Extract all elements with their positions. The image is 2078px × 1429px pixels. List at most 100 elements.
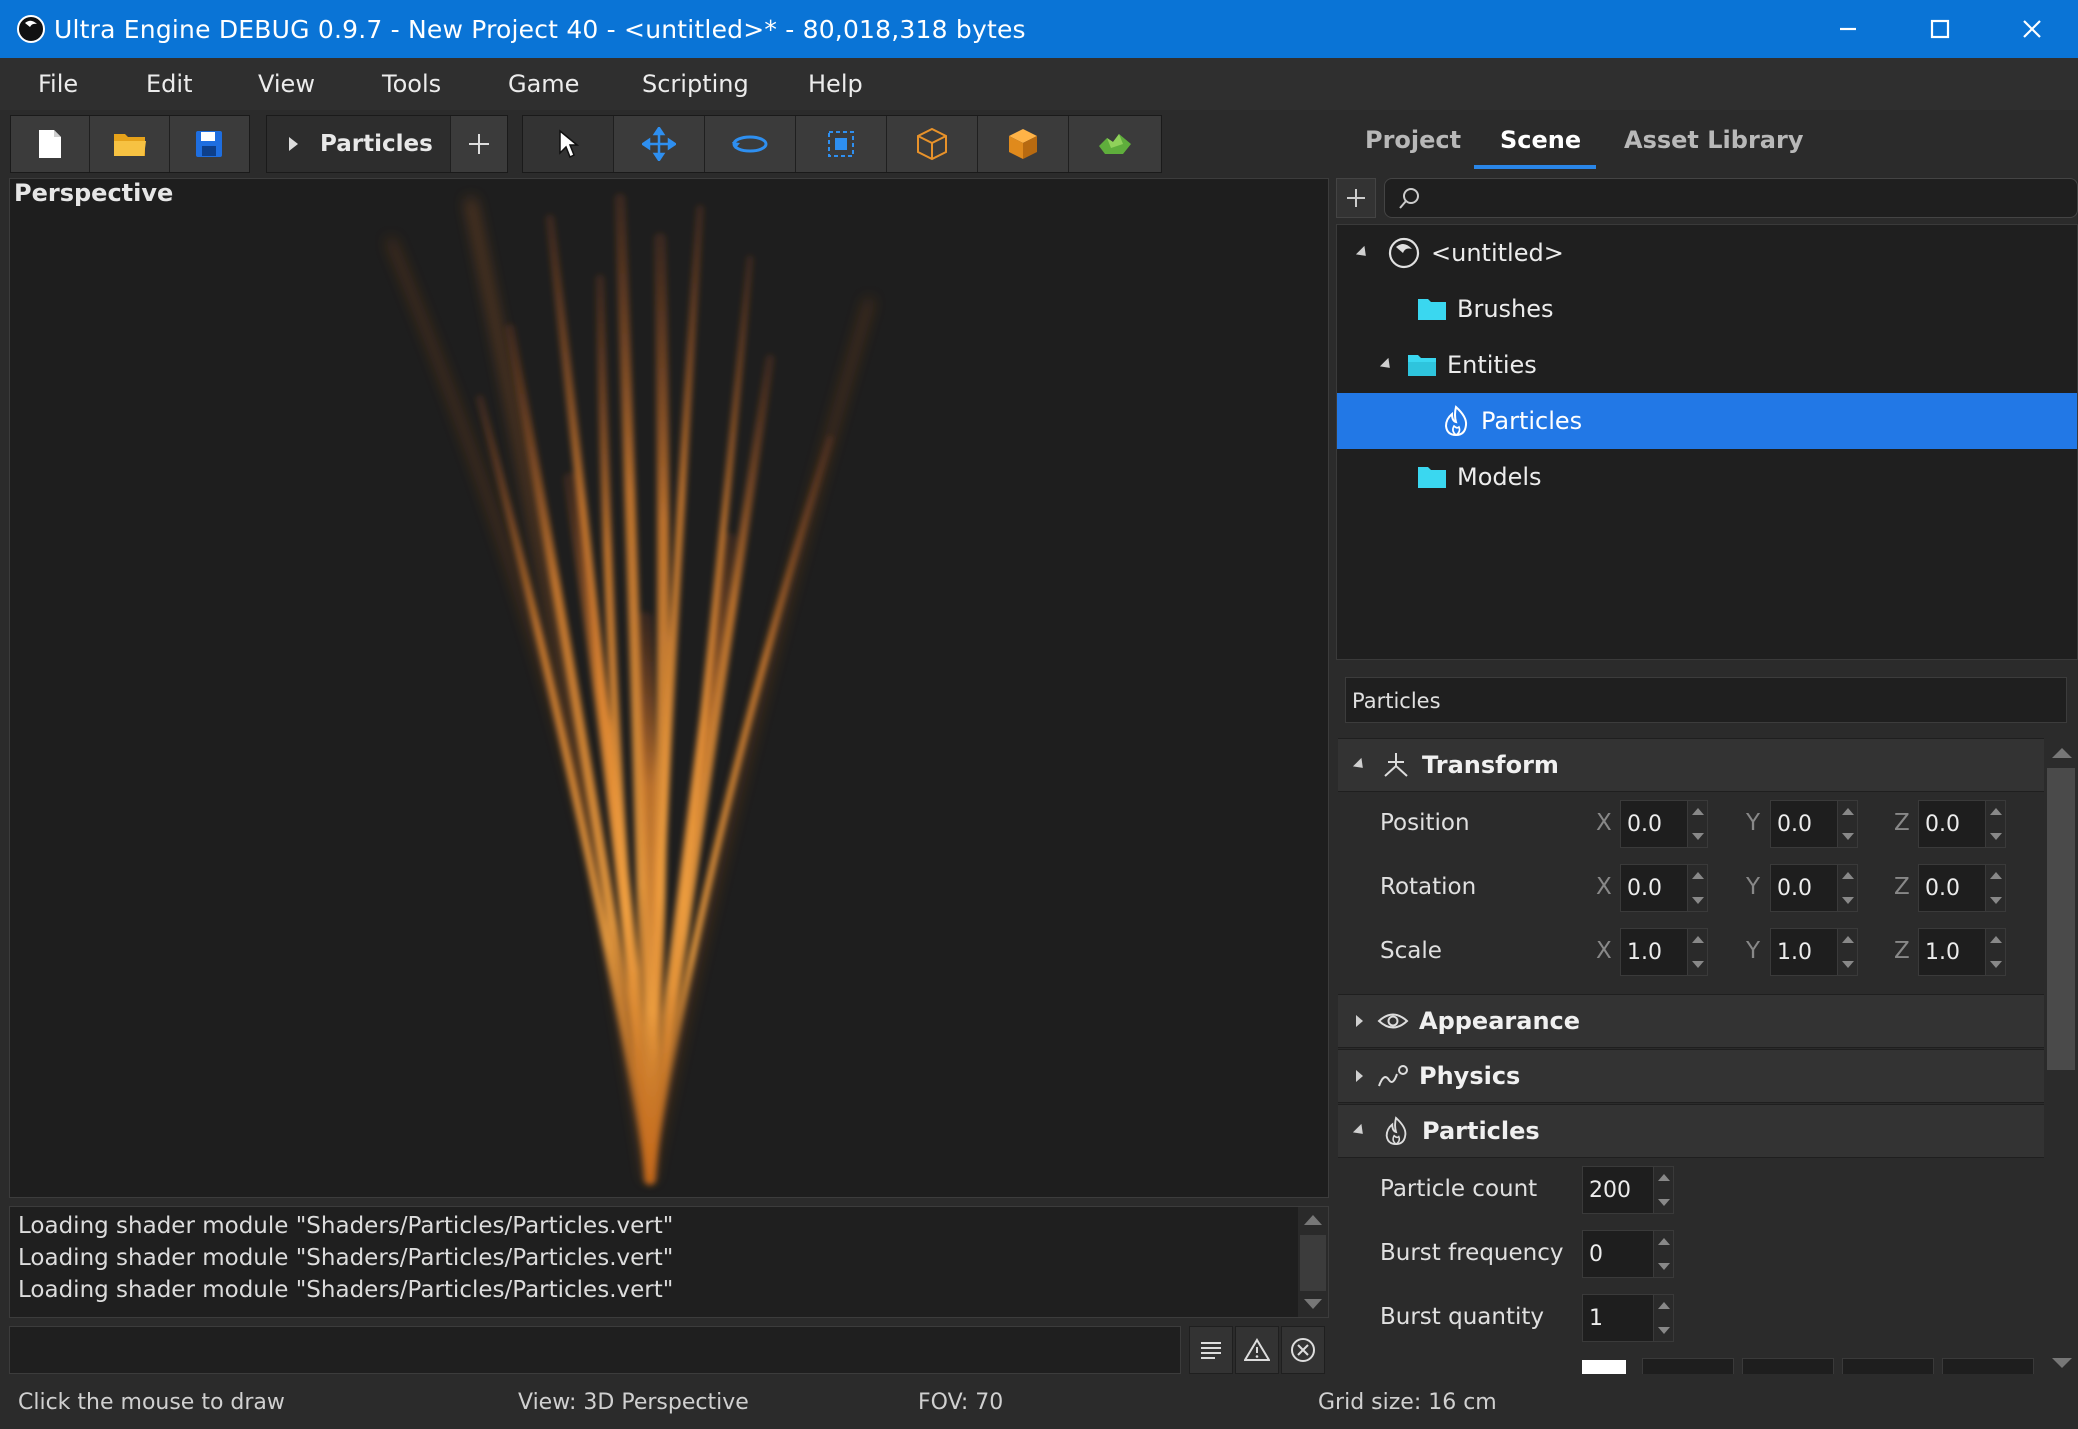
solid-box-icon	[1009, 129, 1037, 159]
prop-label: Particle count	[1380, 1176, 1538, 1202]
scale-tool-button[interactable]	[796, 116, 887, 172]
spinner-arrows-icon[interactable]	[1687, 865, 1707, 911]
solid-box-tool-button[interactable]	[978, 116, 1069, 172]
open-button[interactable]	[90, 116, 170, 172]
partial-field[interactable]	[1642, 1358, 1734, 1374]
terrain-tool-button[interactable]	[1069, 116, 1160, 172]
scale-x-field[interactable]: 1.0	[1620, 928, 1708, 976]
scroll-down-arrow-icon[interactable]	[1304, 1299, 1322, 1309]
save-button[interactable]	[169, 116, 250, 172]
section-appearance-header[interactable]: Appearance	[1338, 994, 2044, 1048]
new-file-button[interactable]	[11, 116, 91, 172]
console-command-input[interactable]	[9, 1326, 1181, 1374]
field-value: 200	[1589, 1178, 1631, 1203]
scene-search-box[interactable]	[1384, 178, 2078, 218]
scale-z-field[interactable]: 1.0	[1918, 928, 2006, 976]
maximize-icon	[1930, 19, 1950, 39]
rotation-z-field[interactable]: 0.0	[1918, 864, 2006, 912]
tree-item-models[interactable]: Models	[1337, 449, 2077, 505]
tab-project[interactable]: Project	[1365, 126, 1461, 154]
spinner-arrows-icon[interactable]	[1985, 865, 2005, 911]
partial-field[interactable]	[1742, 1358, 1834, 1374]
wireframe-box-tool-button[interactable]	[887, 116, 978, 172]
menu-tools[interactable]: Tools	[382, 70, 441, 98]
tree-item-label: Particles	[1481, 407, 1583, 435]
burst-frequency-field[interactable]: 0	[1582, 1230, 1674, 1278]
scene-icon	[1388, 237, 1420, 269]
particle-count-field[interactable]: 200	[1582, 1166, 1674, 1214]
field-value: 1.0	[1925, 940, 1960, 965]
tree-item-particles[interactable]: Particles	[1337, 393, 2077, 449]
color-swatch[interactable]	[1582, 1360, 1626, 1374]
position-x-field[interactable]: 0.0	[1620, 800, 1708, 848]
tab-scene[interactable]: Scene	[1500, 126, 1581, 154]
spinner-arrows-icon[interactable]	[1837, 865, 1857, 911]
spinner-arrows-icon[interactable]	[1837, 929, 1857, 975]
rotate-tool-button[interactable]	[705, 116, 796, 172]
position-y-field[interactable]: 0.0	[1770, 800, 1858, 848]
scene-tab-particles[interactable]: Particles	[267, 116, 451, 172]
partial-field[interactable]	[1842, 1358, 1934, 1374]
spinner-arrows-icon[interactable]	[1653, 1295, 1673, 1341]
perspective-viewport[interactable]: Perspective	[9, 178, 1329, 1198]
spinner-arrows-icon[interactable]	[1985, 801, 2005, 847]
scene-search-input[interactable]	[1425, 183, 2065, 213]
prop-label: Rotation	[1380, 874, 1477, 900]
spinner-arrows-icon[interactable]	[1653, 1231, 1673, 1277]
properties-scrollbar[interactable]	[2044, 738, 2078, 1374]
field-value: 1.0	[1627, 940, 1662, 965]
warnings-filter-button[interactable]	[1235, 1326, 1279, 1374]
scroll-down-arrow-icon[interactable]	[2052, 1358, 2072, 1368]
rotation-x-field[interactable]: 0.0	[1620, 864, 1708, 912]
log-filter-button[interactable]	[1189, 1326, 1233, 1374]
expander-arrow-icon[interactable]	[1355, 245, 1371, 261]
select-tool-button[interactable]	[523, 116, 614, 172]
partially-visible-row	[1338, 1350, 2044, 1374]
search-icon	[1399, 188, 1419, 209]
console-scrollbar[interactable]	[1298, 1207, 1328, 1317]
menu-game[interactable]: Game	[508, 70, 579, 98]
field-value: 1	[1589, 1306, 1603, 1331]
menu-view[interactable]: View	[258, 70, 315, 98]
tab-asset-library[interactable]: Asset Library	[1624, 126, 1803, 154]
burst-quantity-field[interactable]: 1	[1582, 1294, 1674, 1342]
menu-edit[interactable]: Edit	[146, 70, 192, 98]
menu-scripting[interactable]: Scripting	[642, 70, 749, 98]
menu-help[interactable]: Help	[808, 70, 863, 98]
spinner-arrows-icon[interactable]	[1837, 801, 1857, 847]
tree-item-brushes[interactable]: Brushes	[1337, 281, 2077, 337]
minimize-button[interactable]	[1802, 0, 1894, 58]
field-value: 0	[1589, 1242, 1603, 1267]
section-particles-header[interactable]: Particles	[1338, 1104, 2044, 1158]
spinner-arrows-icon[interactable]	[1653, 1167, 1673, 1213]
spinner-arrows-icon[interactable]	[1687, 929, 1707, 975]
scrollbar-thumb[interactable]	[2047, 768, 2075, 1070]
errors-filter-button[interactable]	[1281, 1326, 1325, 1374]
section-title: Appearance	[1419, 1007, 1581, 1035]
add-entity-button[interactable]	[1336, 178, 1376, 218]
tree-item-entities[interactable]: Entities	[1337, 337, 2077, 393]
add-scene-tab-button[interactable]	[451, 116, 507, 172]
rotation-y-field[interactable]: 0.0	[1770, 864, 1858, 912]
status-view: View: 3D Perspective	[518, 1390, 749, 1415]
burst-frequency-row: Burst frequency 0	[1338, 1222, 2044, 1286]
entity-name-field[interactable]: Particles	[1345, 677, 2067, 723]
spinner-arrows-icon[interactable]	[1985, 929, 2005, 975]
spinner-arrows-icon[interactable]	[1687, 801, 1707, 847]
position-z-field[interactable]: 0.0	[1918, 800, 2006, 848]
scroll-up-arrow-icon[interactable]	[1304, 1215, 1322, 1225]
move-tool-button[interactable]	[614, 116, 705, 172]
scroll-up-arrow-icon[interactable]	[2052, 748, 2072, 758]
menu-file[interactable]: File	[38, 70, 78, 98]
wireframe-box-icon	[917, 127, 947, 161]
maximize-button[interactable]	[1894, 0, 1986, 58]
section-transform-header[interactable]: Transform	[1338, 738, 2044, 792]
scale-y-field[interactable]: 1.0	[1770, 928, 1858, 976]
partial-field[interactable]	[1942, 1358, 2034, 1374]
close-button[interactable]	[1986, 0, 2078, 58]
section-physics-header[interactable]: Physics	[1338, 1049, 2044, 1103]
section-title: Transform	[1422, 751, 1559, 779]
scrollbar-thumb[interactable]	[1300, 1235, 1326, 1291]
tree-item-untitled[interactable]: <untitled>	[1337, 225, 2077, 281]
expander-arrow-icon[interactable]	[1379, 357, 1395, 373]
